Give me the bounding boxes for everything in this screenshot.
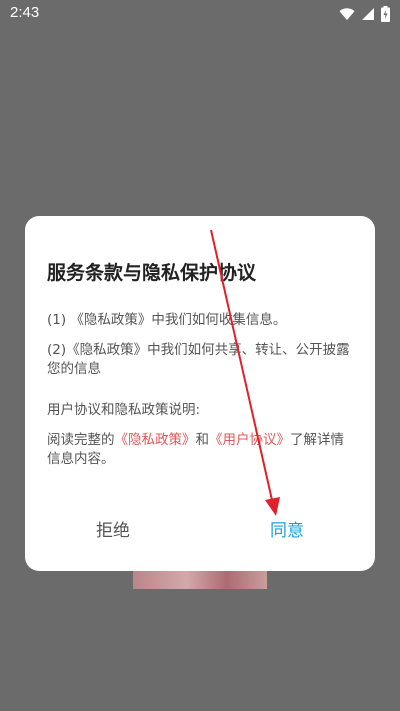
privacy-item-share: (2)《隐私政策》中我们如何共享、转让、公开披露您的信息 [47, 342, 350, 377]
privacy-item-collect: (1) 《隐私政策》中我们如何收集信息。 [47, 312, 287, 328]
explanation-heading: 用户协议和隐私政策说明: [47, 402, 201, 418]
explanation-and: 和 [195, 432, 210, 448]
status-icons [339, 6, 390, 22]
user-agreement-link[interactable]: 《用户协议》 [209, 432, 290, 448]
privacy-policy-link[interactable]: 《隐私政策》 [115, 432, 196, 448]
signal-icon [361, 7, 375, 21]
wifi-icon [339, 7, 355, 21]
status-time: 2:43 [10, 4, 40, 21]
agree-button[interactable]: 同意 [227, 516, 347, 546]
battery-charging-icon [381, 6, 390, 22]
terms-dialog: 服务条款与隐私保护协议 (1) 《隐私政策》中我们如何收集信息。 (2)《隐私政… [25, 216, 375, 571]
dialog-title: 服务条款与隐私保护协议 [47, 262, 257, 284]
status-bar: 2:43 [0, 0, 400, 28]
reject-button[interactable]: 拒绝 [53, 516, 173, 546]
explanation-text: 阅读完整的《隐私政策》和《用户协议》了解详情信息内容。 [47, 431, 357, 469]
explanation-prefix: 阅读完整的 [47, 432, 115, 448]
